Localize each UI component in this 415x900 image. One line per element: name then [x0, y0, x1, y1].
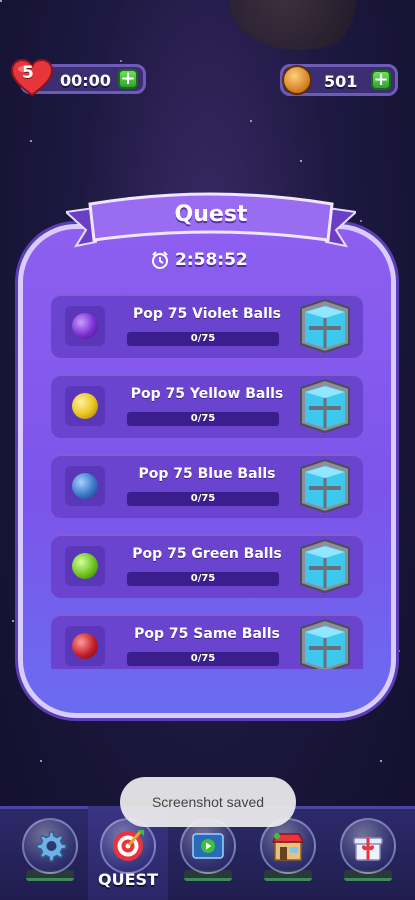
- yellow-ball-icon: [72, 393, 98, 419]
- red-ball-icon: [72, 633, 98, 659]
- coins-count: 501: [324, 72, 358, 91]
- screenshot-toast: Screenshot saved: [120, 777, 296, 827]
- gift-bubble: [340, 818, 396, 874]
- quest-ribbon: Quest: [66, 190, 356, 256]
- nav-video[interactable]: [172, 818, 244, 894]
- coins-display: 501 +: [280, 62, 398, 98]
- quest-item-title: Pop 75 Violet Balls: [132, 306, 282, 322]
- progress-text: 0/75: [190, 413, 216, 424]
- progress-text: 0/75: [190, 653, 216, 664]
- nav-settings[interactable]: [14, 818, 86, 894]
- quest-countdown: 2:58:52: [150, 250, 248, 270]
- background-planet: [230, 0, 370, 50]
- quest-item: Pop 75 Same Balls 0/75: [51, 614, 363, 669]
- chest-icon[interactable]: [295, 618, 355, 669]
- lives-timer: 00:00: [60, 71, 111, 90]
- countdown-text: 2:58:52: [175, 250, 248, 270]
- nav-gift[interactable]: [332, 818, 404, 894]
- progress-bar: 0/75: [127, 492, 279, 506]
- quest-item: Pop 75 Violet Balls 0/75: [51, 294, 363, 358]
- green-ball-icon: [72, 553, 98, 579]
- chest-icon[interactable]: [295, 298, 355, 354]
- quest-list[interactable]: Pop 75 Violet Balls 0/75 Pop 75 Yellow B…: [37, 284, 377, 669]
- progress-bar: 0/75: [127, 572, 279, 586]
- progress-text: 0/75: [190, 493, 216, 504]
- chest-icon[interactable]: [295, 538, 355, 594]
- lives-count: 5: [22, 63, 34, 83]
- ball-slot: [65, 466, 105, 506]
- chest-icon[interactable]: [295, 458, 355, 514]
- quest-item: Pop 75 Green Balls 0/75: [51, 534, 363, 598]
- progress-bar: 0/75: [127, 412, 279, 426]
- quest-item: Pop 75 Yellow Balls 0/75: [51, 374, 363, 438]
- add-coins-button[interactable]: +: [371, 70, 391, 90]
- ball-slot: [65, 626, 105, 666]
- ball-slot: [65, 546, 105, 586]
- quest-item: Pop 75 Blue Balls 0/75: [51, 454, 363, 518]
- progress-text: 0/75: [190, 573, 216, 584]
- shop-icon: [271, 833, 305, 861]
- quest-item-title: Pop 75 Yellow Balls: [130, 386, 284, 402]
- chest-icon[interactable]: [295, 378, 355, 434]
- progress-text: 0/75: [190, 333, 216, 344]
- ball-slot: [65, 386, 105, 426]
- quest-item-title: Pop 75 Blue Balls: [138, 466, 276, 482]
- progress-bar: 0/75: [127, 332, 279, 346]
- add-lives-button[interactable]: +: [118, 69, 138, 89]
- progress-bar: 0/75: [127, 652, 279, 666]
- settings-bubble: [22, 818, 78, 874]
- target-icon: [113, 830, 144, 861]
- nav-shop[interactable]: [252, 818, 324, 894]
- nav-quest[interactable]: QUEST: [92, 818, 164, 894]
- blue-ball-icon: [72, 473, 98, 499]
- quest-item-title: Pop 75 Green Balls: [132, 546, 282, 562]
- violet-ball-icon: [72, 313, 98, 339]
- quest-title: Quest: [174, 202, 248, 227]
- lives-display: 5 00:00 +: [10, 58, 148, 98]
- ball-slot: [65, 306, 105, 346]
- coin-icon: [282, 65, 312, 95]
- gear-icon: [36, 831, 67, 862]
- quest-panel: Pop 75 Violet Balls 0/75 Pop 75 Yellow B…: [18, 224, 396, 718]
- alarm-clock-icon: [152, 251, 168, 269]
- heart-icon: 5: [10, 58, 54, 98]
- video-icon: [192, 833, 224, 859]
- quest-item-title: Pop 75 Same Balls: [134, 626, 280, 642]
- gift-icon: [353, 837, 383, 861]
